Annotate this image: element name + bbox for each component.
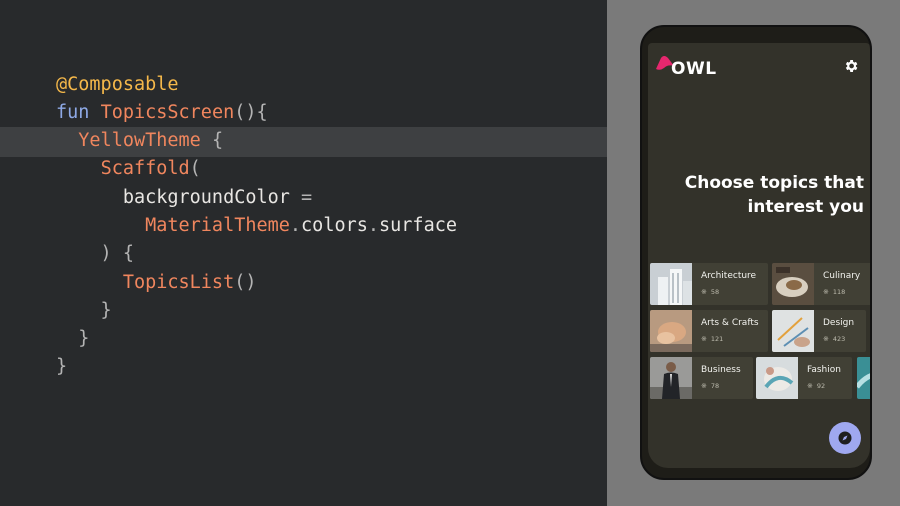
- code-token: TopicsList: [122, 272, 235, 293]
- code-token: }: [56, 300, 112, 321]
- code-line: }: [56, 353, 67, 381]
- topic-thumbnail: [756, 357, 798, 399]
- code-token: MaterialTheme: [145, 215, 290, 236]
- code-line: MaterialTheme.colors.surface: [56, 212, 457, 240]
- topic-label: Arts & Crafts: [701, 318, 759, 328]
- topic-chip-architecture[interactable]: Architecture ※ 58: [650, 263, 768, 305]
- topic-thumbnail: [772, 310, 814, 352]
- code-token: backgroundColor: [56, 187, 302, 208]
- code-token: TopicsScreen: [100, 102, 235, 123]
- topic-count: ※ 78: [701, 382, 720, 390]
- logo-text: OWL: [671, 59, 717, 79]
- code-token: ) {: [56, 243, 134, 264]
- topic-label: Culinary: [823, 271, 861, 281]
- topic-label: Architecture: [701, 271, 757, 281]
- code-token: Scaffold: [100, 158, 190, 179]
- code-token: colors: [301, 215, 368, 236]
- topic-count: ※ 121: [701, 335, 724, 343]
- topic-count-icon: ※: [823, 335, 829, 343]
- topic-thumbnail: [650, 357, 692, 399]
- code-token: @Composable: [56, 74, 179, 95]
- topic-thumbnail: [857, 357, 870, 399]
- code-line: TopicsList(): [56, 269, 257, 297]
- code-token: {: [200, 130, 224, 151]
- code-token: .: [367, 215, 380, 236]
- code-token: }: [56, 356, 68, 377]
- code-token: }: [56, 328, 90, 349]
- topic-count-icon: ※: [807, 382, 813, 390]
- phone-frame: OWL Choose topics that interest you Arch…: [640, 25, 872, 480]
- code-token: .: [289, 215, 302, 236]
- topic-count: ※ 58: [701, 288, 720, 296]
- topic-chip-business[interactable]: Business ※ 78: [650, 357, 753, 399]
- explore-fab[interactable]: [829, 422, 861, 454]
- topic-thumbnail: [650, 263, 692, 305]
- topic-chip-partial[interactable]: [857, 357, 870, 399]
- topic-chip-culinary[interactable]: Culinary ※ 118: [772, 263, 870, 305]
- topic-count-icon: ※: [701, 335, 707, 343]
- topic-thumbnail: [650, 310, 692, 352]
- gear-icon[interactable]: [843, 58, 859, 74]
- code-line: backgroundColor =: [56, 184, 312, 212]
- topic-label: Design: [823, 318, 855, 328]
- code-token: (): [234, 272, 257, 293]
- code-token: (: [189, 158, 201, 179]
- topic-count-icon: ※: [701, 382, 707, 390]
- headline-line-2: interest you: [747, 197, 864, 217]
- app-screen: OWL Choose topics that interest you Arch…: [648, 43, 870, 468]
- topic-count: ※ 92: [807, 382, 826, 390]
- topic-label: Fashion: [807, 365, 841, 375]
- code-line: }: [56, 325, 89, 353]
- page-headline: Choose topics that interest you: [658, 171, 864, 219]
- code-line: Scaffold(: [56, 155, 201, 183]
- code-line: YellowTheme {: [56, 127, 223, 155]
- headline-line-1: Choose topics that: [684, 173, 864, 193]
- code-token: YellowTheme: [78, 130, 201, 151]
- topic-count-icon: ※: [701, 288, 707, 296]
- topic-chip-design[interactable]: Design ※ 423: [772, 310, 866, 352]
- code-token: (){: [234, 102, 268, 123]
- topic-chip-arts-crafts[interactable]: Arts & Crafts ※ 121: [650, 310, 768, 352]
- compass-icon: [838, 431, 852, 445]
- code-token: =: [301, 187, 313, 208]
- code-line: @Composable: [56, 71, 179, 99]
- topic-chip-fashion[interactable]: Fashion ※ 92: [756, 357, 852, 399]
- code-line: ) {: [56, 240, 134, 268]
- topic-count: ※ 423: [823, 335, 846, 343]
- code-line: }: [56, 297, 112, 325]
- code-token: surface: [379, 215, 457, 236]
- topic-count-icon: ※: [823, 288, 829, 296]
- code-line: fun TopicsScreen(){: [56, 99, 268, 127]
- topic-count: ※ 118: [823, 288, 846, 296]
- topic-label: Business: [701, 365, 741, 375]
- topic-thumbnail: [772, 263, 814, 305]
- code-token: fun: [56, 102, 101, 123]
- code-panel: @Composable fun TopicsScreen(){ YellowThe…: [0, 0, 607, 506]
